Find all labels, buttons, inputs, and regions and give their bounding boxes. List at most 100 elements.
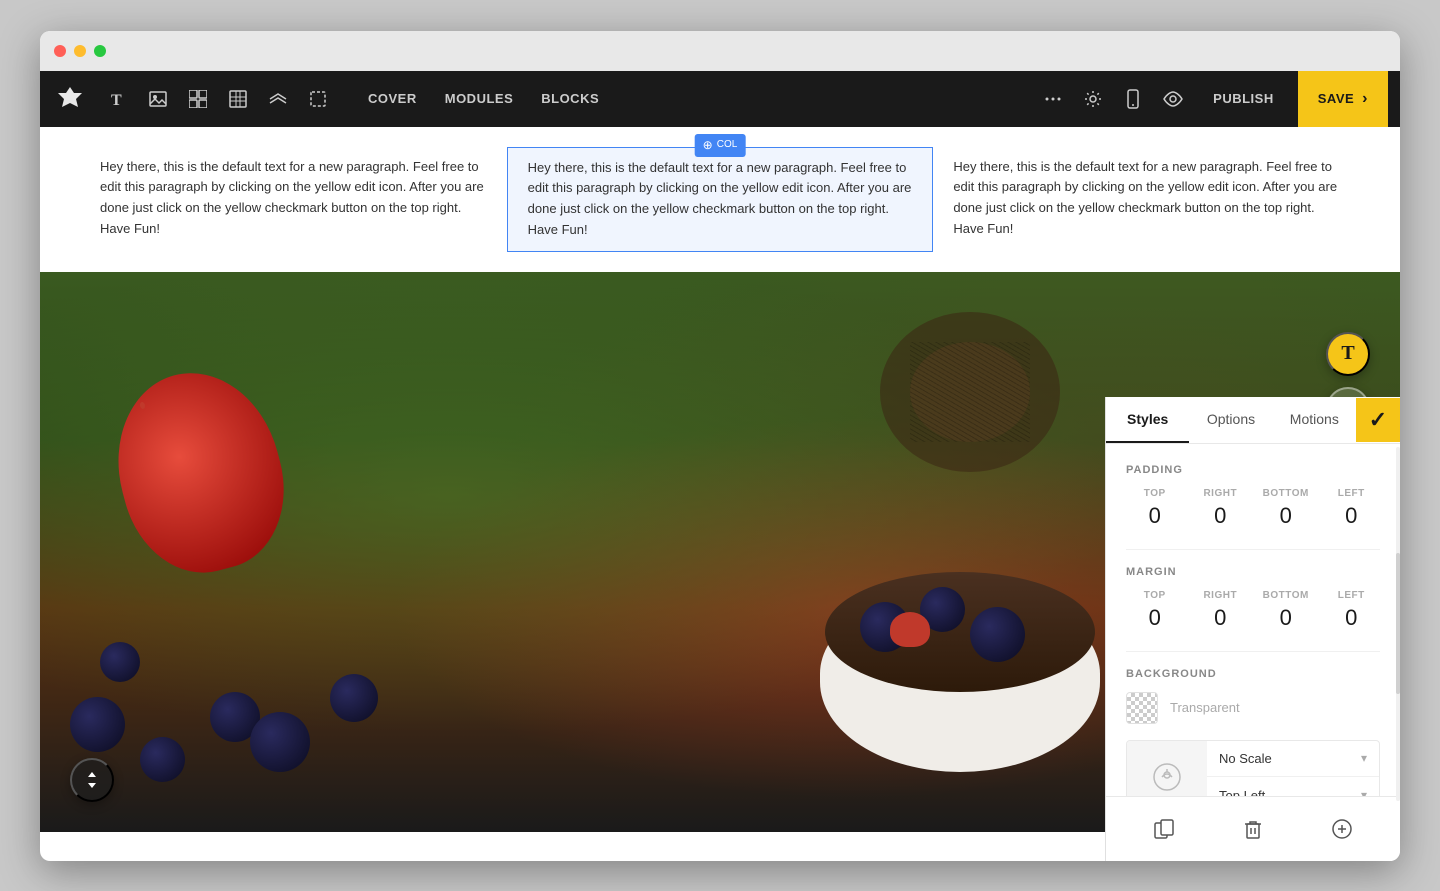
padding-bottom-value[interactable]: 0 [1280,503,1292,529]
margin-right-label: RIGHT [1203,590,1237,601]
tab-motions[interactable]: Motions [1273,397,1356,443]
text-column-3-content: Hey there, this is the default text for … [953,159,1337,236]
position-label: Top Left [1219,788,1265,796]
save-button[interactable]: SAVE › [1298,71,1388,127]
add-footer-button[interactable] [1324,811,1360,847]
mobile-icon[interactable] [1117,83,1149,115]
padding-grid: TOP 0 RIGHT 0 BOTTOM 0 LEFT [1126,488,1380,529]
background-image-row: No Scale ▾ Top Left ▾ [1126,740,1380,796]
confirm-button[interactable]: ✓ [1356,398,1400,442]
padding-left: LEFT 0 [1323,488,1381,529]
text-column-3: Hey there, this is the default text for … [933,147,1360,252]
save-chevron-icon: › [1362,90,1368,108]
arrange-tool-button[interactable] [300,81,336,117]
margin-label: MARGIN [1126,566,1380,578]
text-column-1-content: Hey there, this is the default text for … [100,159,484,236]
padding-left-value[interactable]: 0 [1345,503,1357,529]
food-bowl [800,512,1120,772]
maximize-button[interactable] [94,45,106,57]
right-panel: Styles Options Motions ✓ PADDING TOP 0 [1105,397,1400,861]
panel-scrollbar-thumb [1396,553,1400,695]
padding-right-label: RIGHT [1203,488,1237,499]
gallery-tool-button[interactable] [180,81,216,117]
padding-right: RIGHT 0 [1192,488,1250,529]
margin-right-value[interactable]: 0 [1214,605,1226,631]
padding-bottom-label: BOTTOM [1263,488,1309,499]
confirm-icon: ✓ [1369,407,1387,433]
panel-footer [1106,796,1400,861]
tab-styles[interactable]: Styles [1106,397,1189,443]
settings-icon[interactable] [1077,83,1109,115]
margin-top-value[interactable]: 0 [1149,605,1161,631]
dots-icon[interactable] [1037,83,1069,115]
margin-bottom-value[interactable]: 0 [1280,605,1292,631]
divider-1 [1126,549,1380,550]
background-color-row: Transparent [1126,692,1380,724]
padding-label: PADDING [1126,464,1380,476]
margin-top: TOP 0 [1126,590,1184,631]
panel-body: PADDING TOP 0 RIGHT 0 BOTTOM 0 [1106,444,1400,796]
reorder-float-icon [81,769,103,791]
position-dropdown[interactable]: Top Left ▾ [1207,778,1379,796]
text-column-2-content: Hey there, this is the default text for … [528,160,912,237]
margin-top-label: TOP [1144,590,1166,601]
padding-top: TOP 0 [1126,488,1184,529]
main-content: Hey there, this is the default text for … [40,127,1400,861]
background-label: BACKGROUND [1126,668,1380,680]
image-options: No Scale ▾ Top Left ▾ [1207,741,1379,796]
padding-bottom: BOTTOM 0 [1257,488,1315,529]
svg-text:T: T [111,92,122,108]
column-drag-handle[interactable]: ⊕ COL [695,134,746,157]
preview-icon[interactable] [1157,83,1189,115]
toolbar-nav: COVER MODULES BLOCKS [356,85,611,112]
scale-label: No Scale [1219,751,1272,766]
toolbar: T COVER MODULES BLOCKS [40,71,1400,127]
reorder-float-button[interactable] [70,758,114,802]
text-tool-button[interactable]: T [100,81,136,117]
text-column-2[interactable]: ⊕ COL Hey there, this is the default tex… [507,147,934,252]
text-columns-section: Hey there, this is the default text for … [40,127,1400,272]
traffic-lights [54,45,106,57]
image-tool-button[interactable] [140,81,176,117]
margin-left-label: LEFT [1338,590,1365,601]
nav-blocks[interactable]: BLOCKS [529,85,611,112]
delete-footer-button[interactable] [1235,811,1271,847]
toolbar-right: PUBLISH SAVE › [1037,71,1388,127]
background-color-swatch[interactable] [1126,692,1158,724]
strawberry-img [97,354,303,589]
margin-grid: TOP 0 RIGHT 0 BOTTOM 0 LEFT [1126,590,1380,631]
col-handle-label: COL [717,137,738,153]
nav-modules[interactable]: MODULES [433,85,526,112]
layers-tool-button[interactable] [260,81,296,117]
padding-section: PADDING TOP 0 RIGHT 0 BOTTOM 0 [1126,464,1380,529]
tab-options[interactable]: Options [1189,397,1272,443]
text-column-1: Hey there, this is the default text for … [80,147,507,252]
scale-chevron-icon: ▾ [1361,751,1367,765]
text-float-icon: T [1341,342,1354,365]
margin-section: MARGIN TOP 0 RIGHT 0 BOTTOM 0 [1126,566,1380,631]
panel-scrollbar[interactable] [1396,447,1400,796]
publish-button[interactable]: PUBLISH [1197,83,1290,114]
padding-top-label: TOP [1144,488,1166,499]
padding-left-label: LEFT [1338,488,1365,499]
close-button[interactable] [54,45,66,57]
minimize-button[interactable] [74,45,86,57]
scale-dropdown[interactable]: No Scale ▾ [1207,741,1379,777]
text-float-button[interactable]: T [1326,332,1370,376]
divider-2 [1126,651,1380,652]
image-upload-icon[interactable] [1127,741,1207,796]
logo-icon [52,81,88,117]
duplicate-footer-button[interactable] [1146,811,1182,847]
margin-bottom: BOTTOM 0 [1257,590,1315,631]
margin-bottom-label: BOTTOM [1263,590,1309,601]
app-window: T COVER MODULES BLOCKS [40,31,1400,861]
margin-left-value[interactable]: 0 [1345,605,1357,631]
panel-tabs: Styles Options Motions ✓ [1106,397,1400,444]
position-chevron-icon: ▾ [1361,788,1367,796]
title-bar [40,31,1400,71]
padding-right-value[interactable]: 0 [1214,503,1226,529]
nav-cover[interactable]: COVER [356,85,429,112]
background-color-label: Transparent [1170,700,1240,715]
padding-top-value[interactable]: 0 [1149,503,1161,529]
grid-tool-button[interactable] [220,81,256,117]
